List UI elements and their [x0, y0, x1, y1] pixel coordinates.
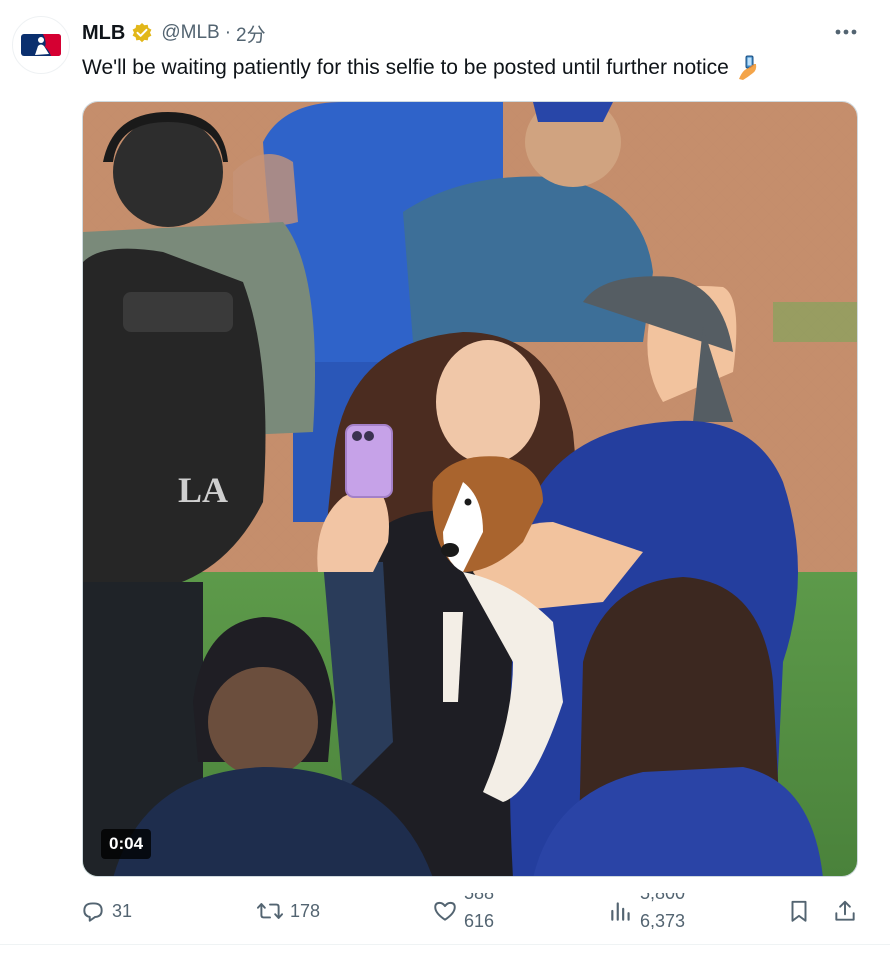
repost-button[interactable]: 178: [256, 893, 320, 929]
svg-text:LA: LA: [178, 470, 228, 510]
tweet[interactable]: MLB @MLB · 2分 We'll be waiting patiently…: [0, 0, 890, 954]
share-icon: [835, 900, 855, 921]
author-handle[interactable]: @MLB: [161, 22, 219, 44]
view-count: 5,800 6,373: [640, 893, 700, 929]
repost-count: 178: [290, 900, 321, 921]
video-frame-image: LA: [83, 102, 857, 876]
views-button[interactable]: 5,800 6,373: [608, 893, 700, 929]
separator-dot: ·: [224, 22, 232, 43]
repost-icon: [256, 903, 284, 919]
video-duration-badge: 0:04: [101, 829, 152, 859]
like-count-current: 616: [464, 911, 495, 929]
more-options-button[interactable]: [832, 22, 860, 42]
reply-count: 31: [112, 900, 133, 921]
view-count-current: 6,373: [640, 911, 686, 929]
heart-icon: [434, 901, 456, 921]
bookmark-button[interactable]: [786, 893, 812, 929]
bookmark-icon: [791, 900, 807, 922]
verified-badge-icon[interactable]: [131, 22, 153, 44]
tweet-text: We'll be waiting patiently for this self…: [82, 54, 761, 82]
reply-icon: [83, 902, 103, 922]
view-count-previous: 5,800: [640, 893, 686, 903]
like-count-previous: 588: [464, 893, 495, 903]
video-player[interactable]: LA 0:04: [82, 101, 858, 877]
selfie-emoji-icon: [737, 55, 761, 81]
action-bar: 31 178 588 616 5,800 6,373: [80, 893, 862, 929]
tweet-divider: [0, 944, 890, 945]
tweet-text-content: We'll be waiting patiently for this self…: [82, 56, 729, 79]
mlb-logo-icon: [21, 34, 61, 56]
tweet-header: MLB @MLB · 2分: [82, 20, 266, 46]
avatar[interactable]: [12, 16, 70, 74]
share-button[interactable]: [832, 893, 858, 929]
views-chart-icon: [611, 902, 630, 921]
more-dots-icon: [835, 29, 857, 35]
like-count: 588 616: [464, 893, 514, 929]
author-name[interactable]: MLB: [82, 22, 125, 45]
reply-button[interactable]: 31: [80, 893, 132, 929]
post-time[interactable]: 2分: [236, 20, 266, 47]
like-button[interactable]: 588 616: [432, 893, 514, 929]
